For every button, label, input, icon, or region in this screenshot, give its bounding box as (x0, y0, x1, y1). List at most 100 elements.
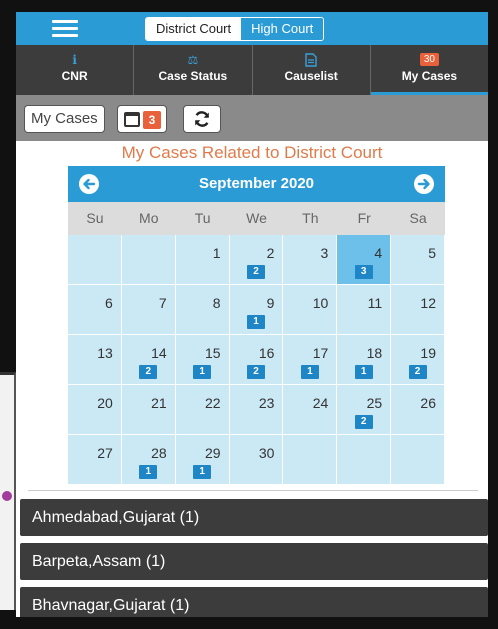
calendar-day-cell[interactable]: 43 (337, 235, 392, 285)
court-toggle: District Court High Court (145, 17, 325, 41)
calendar: September 2020 Su Mo Tu We Th Fr Sa 1223435678… (68, 166, 445, 485)
calendar-day-cell[interactable]: 5 (391, 235, 445, 285)
calendar-icon (124, 112, 140, 127)
day-number: 2 (266, 245, 275, 261)
calendar-day-cell[interactable]: 15 1 (175, 335, 230, 385)
my-cases-button[interactable]: My Cases (24, 105, 105, 133)
case-count-badge: 2 (246, 265, 265, 279)
location-item[interactable]: Barpeta,Assam (1) (20, 543, 488, 580)
calendar-day-cell[interactable]: 19 2 (391, 335, 445, 385)
info-icon: i (72, 53, 77, 67)
weekday-label: Su (86, 210, 104, 226)
calendar-day-cell[interactable]: 29 1 (175, 435, 230, 485)
document-icon (253, 53, 370, 67)
day-number: 5 (428, 245, 436, 261)
day-number: 8 (212, 295, 221, 311)
calendar-day-cell[interactable]: 10 (283, 285, 338, 335)
calendar-day-cell[interactable]: 1 (175, 235, 230, 285)
day-number: 10 (312, 295, 329, 311)
tab-my-cases[interactable]: 30 My Cases (370, 45, 488, 95)
day-number: 16 (258, 345, 275, 361)
location-item[interactable]: Bhavnagar,Gujarat (1) (20, 587, 488, 617)
calendar-day-cell[interactable]: 13 (68, 335, 122, 385)
day-number: 30 (258, 445, 275, 461)
calendar-day-cell[interactable]: 28 1 (121, 435, 176, 485)
day-number: 23 (258, 395, 275, 411)
day-number: 26 (420, 395, 436, 411)
tab-case-status[interactable]: ⚖ Case Status (134, 45, 253, 95)
day-number: 21 (151, 395, 167, 411)
tab-cnr[interactable]: i CNR (16, 45, 135, 95)
calendar-button[interactable]: 3 (117, 105, 167, 133)
calendar-day-cell[interactable]: 17 1 (283, 335, 338, 385)
day-number: 25 (366, 395, 383, 411)
day-number: 20 (97, 395, 113, 411)
refresh-button[interactable] (183, 105, 221, 133)
calendar-empty-cell (337, 435, 392, 485)
calendar-day-cell[interactable]: 14 2 (121, 335, 176, 385)
top-bar: District Court High Court (16, 12, 488, 45)
calendar-empty-cell (391, 435, 445, 485)
calendar-day-cell[interactable]: 12 (391, 285, 445, 335)
calendar-day-cell[interactable]: 3 (283, 235, 338, 285)
calendar-day-cell[interactable]: 21 (121, 385, 176, 435)
main-tabs: i CNR ⚖ Case Status Causelist 30 My Case… (16, 45, 488, 95)
calendar-grid: 1 2 2 3 4 3 5 6 7 8 9 1 10 11 12 13 14 2 15 1 16 2 17 1 18 1 19 2 20… (68, 235, 445, 485)
tab-label: CNR (61, 69, 88, 83)
calendar-day-cell[interactable]: 18 1 (337, 335, 392, 385)
page-title: My Cases Related to District Court (121, 143, 383, 162)
arrow-right-icon (414, 174, 434, 194)
calendar-header: September 2020 (68, 166, 445, 202)
case-count-badge: 1 (193, 365, 212, 379)
calendar-day-cell[interactable]: 22 (175, 385, 230, 435)
calendar-empty-cell (283, 435, 338, 485)
calendar-day-cell[interactable]: 16 2 (229, 335, 284, 385)
calendar-day-cell[interactable]: 8 (175, 285, 230, 335)
day-number: 3 (320, 245, 329, 261)
case-count-badge: 3 (354, 265, 373, 279)
calendar-day-cell[interactable]: 91 (229, 285, 284, 335)
day-number: 17 (312, 345, 329, 361)
case-count-badge: 1 (354, 365, 373, 379)
calendar-day-cell[interactable]: 20 (68, 385, 122, 435)
day-number: 13 (97, 345, 113, 361)
calendar-day-cell[interactable]: 27 (68, 435, 122, 485)
calendar-day-cell[interactable]: 7 (121, 285, 176, 335)
location-item[interactable]: Ahmedabad,Gujarat (1) (20, 499, 488, 536)
app-screen: District Court High Court i CNR ⚖ Case S… (16, 12, 488, 617)
calendar-day-cell[interactable]: 6 (68, 285, 122, 335)
calendar-day-cell[interactable]: 24 (283, 385, 338, 435)
scales-icon: ⚖ (187, 53, 199, 67)
hamburger-menu-icon[interactable] (52, 20, 78, 38)
calendar-day-cell[interactable]: 26 (391, 385, 445, 435)
day-number: 24 (312, 395, 329, 411)
district-court-button[interactable]: District Court (146, 18, 242, 40)
weekday-header-row: Su Mo Tu We Th Fr Sa (68, 202, 445, 235)
high-court-button[interactable]: High Court (241, 18, 324, 40)
day-number: 12 (420, 295, 436, 311)
background-dot (2, 491, 12, 501)
day-number: 28 (151, 445, 167, 461)
calendar-day-cell[interactable]: 23 (229, 385, 284, 435)
calendar-day-cell[interactable]: 11 (337, 285, 392, 335)
day-number: 22 (204, 395, 221, 411)
tab-label: Causelist (284, 69, 338, 83)
next-month-button[interactable] (413, 173, 435, 195)
calendar-day-cell[interactable]: 25 2 (337, 385, 392, 435)
background-window-edge (0, 372, 16, 610)
day-number: 15 (204, 345, 221, 361)
case-count-badge: 1 (193, 465, 212, 479)
case-count-badge: 2 (246, 365, 265, 379)
case-count-badge: 1 (246, 315, 265, 329)
location-list: Ahmedabad,Gujarat (1) Barpeta,Assam (1) … (20, 499, 488, 617)
day-number: 9 (266, 295, 275, 311)
calendar-day-cell[interactable]: 30 (229, 435, 284, 485)
case-count-badge: 2 (139, 365, 158, 379)
calendar-day-cell[interactable]: 22 (229, 235, 284, 285)
tab-causelist[interactable]: Causelist (253, 45, 371, 95)
weekday-label: Fr (357, 210, 371, 226)
day-number: 6 (105, 295, 113, 311)
day-number: 27 (97, 445, 113, 461)
day-number: 4 (374, 245, 383, 261)
day-number: 18 (366, 345, 383, 361)
